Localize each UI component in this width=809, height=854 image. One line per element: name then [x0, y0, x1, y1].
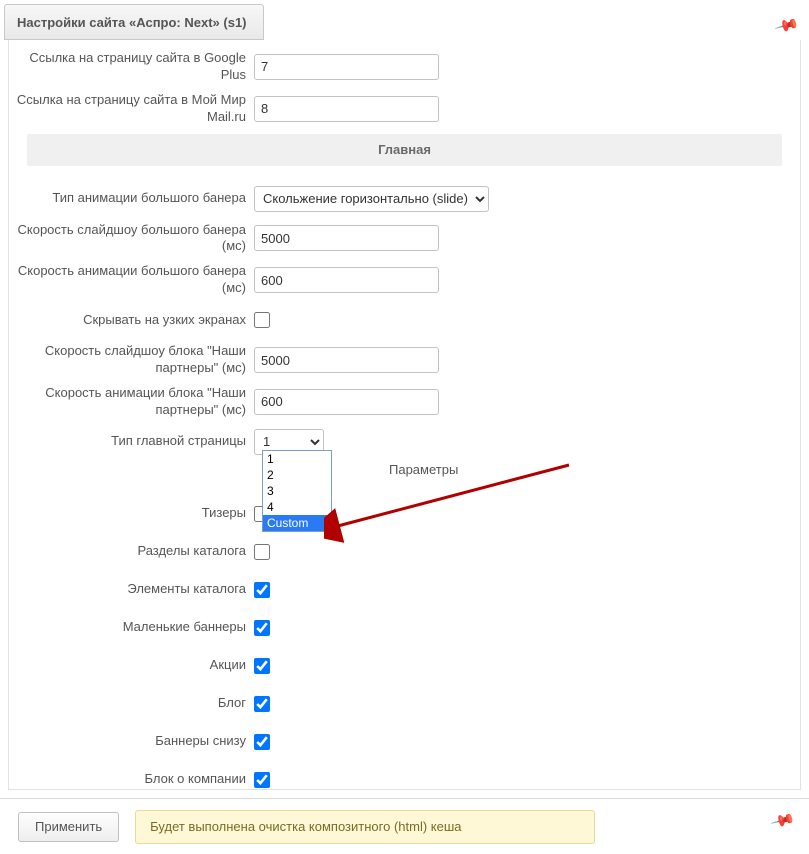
main-type-label: Тип главной страницы: [9, 433, 254, 450]
main-type-dropdown[interactable]: 1 2 3 4 Custom: [262, 450, 332, 532]
pin-icon[interactable]: 📌: [773, 12, 800, 39]
hide-narrow-checkbox[interactable]: [254, 312, 270, 328]
parameters-heading: Параметры: [389, 462, 458, 477]
cat-items-checkbox[interactable]: [254, 582, 270, 598]
teasers-label: Тизеры: [9, 505, 254, 522]
main-type-option[interactable]: 4: [263, 499, 331, 515]
banner-anim-label: Тип анимации большого банера: [9, 190, 254, 207]
cat-sections-checkbox[interactable]: [254, 544, 270, 560]
partners-anim-label: Скорость анимации блока "Наши партнеры" …: [9, 385, 254, 419]
bottom-banners-label: Баннеры снизу: [9, 733, 254, 750]
about-label: Блок о компании: [9, 771, 254, 788]
partners-slide-input[interactable]: [254, 347, 439, 373]
anim-speed-input[interactable]: [254, 267, 439, 293]
pin-icon[interactable]: 📌: [769, 807, 796, 834]
cache-notice: Будет выполнена очистка композитного (ht…: [135, 810, 595, 844]
window-titlebar: Настройки сайта «Аспро: Next» (s1): [4, 4, 264, 40]
anim-speed-label: Скорость анимации большого банера (мс): [9, 263, 254, 297]
mailru-label: Ссылка на страницу сайта в Мой Мир Mail.…: [9, 92, 254, 126]
apply-button[interactable]: Применить: [18, 812, 119, 842]
settings-panel: Ссылка на страницу сайта в Google Plus С…: [8, 40, 801, 790]
main-type-option[interactable]: 3: [263, 483, 331, 499]
cat-sections-label: Разделы каталога: [9, 543, 254, 560]
gplus-input[interactable]: [254, 54, 439, 80]
mailru-input[interactable]: [254, 96, 439, 122]
blog-label: Блог: [9, 695, 254, 712]
partners-anim-input[interactable]: [254, 389, 439, 415]
footer-bar: Применить Будет выполнена очистка композ…: [0, 798, 809, 854]
window-title: Настройки сайта «Аспро: Next» (s1): [17, 15, 247, 30]
about-checkbox[interactable]: [254, 772, 270, 788]
slide-speed-input[interactable]: [254, 225, 439, 251]
slide-speed-label: Скорость слайдшоу большого банера (мс): [9, 222, 254, 256]
bottom-banners-checkbox[interactable]: [254, 734, 270, 750]
main-type-option[interactable]: 2: [263, 467, 331, 483]
section-main-title: Главная: [27, 134, 782, 166]
small-banners-label: Маленькие баннеры: [9, 619, 254, 636]
hide-narrow-label: Скрывать на узких экранах: [9, 312, 254, 329]
banner-anim-select[interactable]: Скольжение горизонтально (slide): [254, 186, 489, 212]
main-type-option-custom[interactable]: Custom: [263, 515, 331, 531]
blog-checkbox[interactable]: [254, 696, 270, 712]
actions-checkbox[interactable]: [254, 658, 270, 674]
main-type-option[interactable]: 1: [263, 451, 331, 467]
gplus-label: Ссылка на страницу сайта в Google Plus: [9, 50, 254, 84]
cat-items-label: Элементы каталога: [9, 581, 254, 598]
small-banners-checkbox[interactable]: [254, 620, 270, 636]
partners-slide-label: Скорость слайдшоу блока "Наши партнеры" …: [9, 343, 254, 377]
actions-label: Акции: [9, 657, 254, 674]
